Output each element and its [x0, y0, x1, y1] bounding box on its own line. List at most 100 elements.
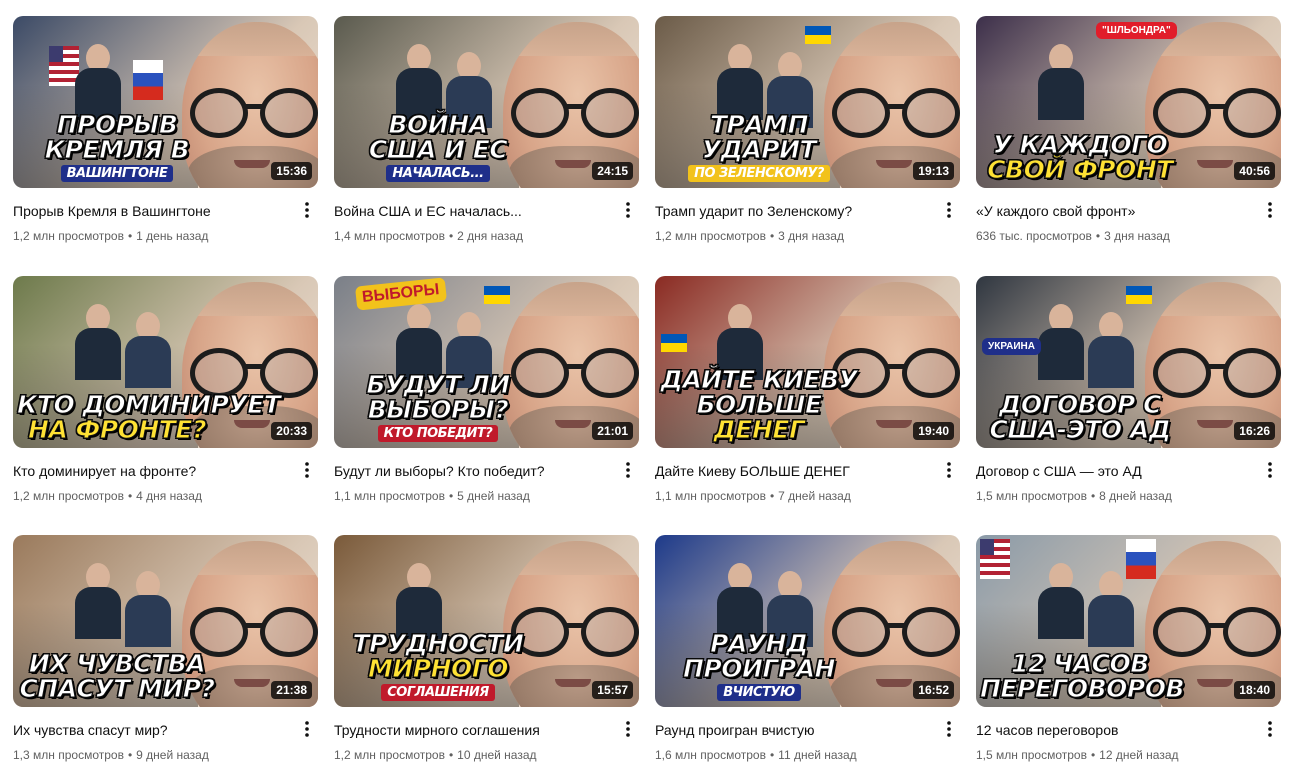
view-count: 1,1 млн просмотров	[655, 489, 766, 503]
person-figure	[125, 312, 171, 388]
separator: •	[769, 489, 775, 503]
more-vert-icon[interactable]	[616, 458, 640, 482]
separator: •	[1095, 229, 1101, 243]
duration-badge: 21:01	[592, 422, 633, 440]
duration-badge: 18:40	[1234, 681, 1275, 699]
thumbnail-subheadline: КТО ПОБЕДИТ?	[377, 425, 499, 442]
more-vert-icon[interactable]	[295, 717, 319, 741]
video-title[interactable]: Трамп ударит по Зеленскому?	[655, 202, 925, 220]
video-thumbnail[interactable]: ПРОРЫВ КРЕМЛЯ В ВАШИНГТОНЕ 15:36	[13, 16, 318, 188]
video-thumbnail[interactable]: ТРАМП УДАРИТ ПО ЗЕЛЕНСКОМУ? 19:13	[655, 16, 960, 188]
more-vert-icon[interactable]	[937, 458, 961, 482]
video-card[interactable]: "ШЛЬОНДРА" У КАЖДОГО СВОЙ ФРОНТ 40:56 «У каж…	[976, 16, 1282, 244]
person-figure	[125, 571, 171, 647]
thumbnail-headline-line: СПАСУТ МИР?	[19, 674, 216, 703]
video-card[interactable]: ИХ ЧУВСТВА СПАСУТ МИР? 21:38 Их чувства спа…	[13, 535, 319, 763]
video-meta: 12 часов переговоров 1,5 млн просмотров • 1…	[976, 721, 1282, 763]
duration-badge: 21:38	[271, 681, 312, 699]
thumbnail-subheadline: ПО ЗЕЛЕНСКОМУ?	[688, 165, 830, 182]
person-figure	[1088, 312, 1134, 388]
more-vert-icon[interactable]	[616, 198, 640, 222]
more-vert-icon[interactable]	[937, 198, 961, 222]
video-stats: 1,1 млн просмотров • 7 дней назад	[655, 488, 925, 504]
person-figure	[396, 563, 442, 639]
video-card[interactable]: УКРАИНА ДОГОВОР С США-ЭТО АД 16:26 Договор с…	[976, 276, 1282, 504]
upload-age: 2 дня назад	[457, 229, 523, 243]
video-title[interactable]: Договор с США — это АД	[976, 462, 1246, 480]
upload-age: 1 день назад	[136, 229, 209, 243]
video-card[interactable]: ТРУДНОСТИ МИРНОГО СОГЛАШЕНИЯ 15:57 Трудности…	[334, 535, 640, 763]
thumbnail-headline-line: ПЕРЕГОВОРОВ	[980, 674, 1186, 703]
person-figure	[1038, 44, 1084, 120]
video-thumbnail[interactable]: ТРУДНОСТИ МИРНОГО СОГЛАШЕНИЯ 15:57	[334, 535, 639, 707]
duration-badge: 19:13	[913, 162, 954, 180]
separator: •	[127, 489, 133, 503]
upload-age: 4 дня назад	[136, 489, 202, 503]
more-vert-icon[interactable]	[1258, 198, 1282, 222]
video-title[interactable]: Будут ли выборы? Кто победит?	[334, 462, 604, 480]
video-thumbnail[interactable]: ВЫБОРЫ БУДУТ ЛИ ВЫБОРЫ? КТО ПОБЕДИТ? 21:01	[334, 276, 639, 448]
person-figure	[75, 563, 121, 639]
ukraine-flag-icon	[661, 334, 687, 352]
thumbnail-label: УКРАИНА	[982, 338, 1041, 355]
person-figure	[396, 44, 442, 120]
more-vert-icon[interactable]	[1258, 458, 1282, 482]
thumbnail-headline-line: БОЛЬШЕ	[696, 390, 823, 419]
more-vert-icon[interactable]	[295, 458, 319, 482]
usa-flag-icon	[980, 539, 1010, 579]
thumbnail-headline: ВОЙНА США И ЕС НАЧАЛАСЬ...	[338, 112, 538, 182]
video-title[interactable]: «У каждого свой фронт»	[976, 202, 1246, 220]
video-stats: 1,4 млн просмотров • 2 дня назад	[334, 228, 604, 244]
video-card[interactable]: 12 ЧАСОВ ПЕРЕГОВОРОВ 18:40 12 часов перегов…	[976, 535, 1282, 763]
video-thumbnail[interactable]: ВОЙНА США И ЕС НАЧАЛАСЬ... 24:15	[334, 16, 639, 188]
thumbnail-subheadline: ВЧИСТУЮ	[717, 684, 801, 701]
video-thumbnail[interactable]: "ШЛЬОНДРА" У КАЖДОГО СВОЙ ФРОНТ 40:56	[976, 16, 1281, 188]
video-card[interactable]: ВОЙНА США И ЕС НАЧАЛАСЬ... 24:15 Война США и…	[334, 16, 640, 244]
duration-badge: 15:36	[271, 162, 312, 180]
video-card[interactable]: ВЫБОРЫ БУДУТ ЛИ ВЫБОРЫ? КТО ПОБЕДИТ? 21:01 Бу…	[334, 276, 640, 504]
video-thumbnail[interactable]: ДАЙТЕ КИЕВУ БОЛЬШЕ ДЕНЕГ 19:40	[655, 276, 960, 448]
video-title[interactable]: Их чувства спасут мир?	[13, 721, 283, 739]
thumbnail-subheadline: ВАШИНГТОНЕ	[60, 165, 174, 182]
view-count: 1,6 млн просмотров	[655, 748, 766, 762]
video-title[interactable]: Дайте Киеву БОЛЬШЕ ДЕНЕГ	[655, 462, 925, 480]
person-figure	[717, 563, 763, 639]
video-card[interactable]: РАУНД ПРОИГРАН ВЧИСТУЮ 16:52 Раунд проигран …	[655, 535, 961, 763]
video-title[interactable]: Прорыв Кремля в Вашингтоне	[13, 202, 283, 220]
video-thumbnail[interactable]: 12 ЧАСОВ ПЕРЕГОВОРОВ 18:40	[976, 535, 1281, 707]
more-vert-icon[interactable]	[937, 717, 961, 741]
more-vert-icon[interactable]	[295, 198, 319, 222]
video-thumbnail[interactable]: РАУНД ПРОИГРАН ВЧИСТУЮ 16:52	[655, 535, 960, 707]
more-vert-icon[interactable]	[1258, 717, 1282, 741]
video-title[interactable]: Раунд проигран вчистую	[655, 721, 925, 739]
thumbnail-headline-line: РАУНД	[710, 629, 809, 658]
thumbnail-headline: КТО ДОМИНИРУЕТ НА ФРОНТЕ?	[17, 392, 282, 444]
video-title[interactable]: Трудности мирного соглашения	[334, 721, 604, 739]
thumbnail-headline-line: У КАЖДОГО	[992, 130, 1168, 159]
upload-age: 3 дня назад	[778, 229, 844, 243]
separator: •	[769, 229, 775, 243]
video-stats: 1,3 млн просмотров • 9 дней назад	[13, 747, 283, 763]
video-title[interactable]: 12 часов переговоров	[976, 721, 1246, 739]
thumbnail-headline-line: КРЕМЛЯ В	[44, 135, 190, 164]
more-vert-icon[interactable]	[616, 717, 640, 741]
person-figure	[75, 304, 121, 380]
video-stats: 1,6 млн просмотров • 11 дней назад	[655, 747, 925, 763]
video-card[interactable]: ПРОРЫВ КРЕМЛЯ В ВАШИНГТОНЕ 15:36 Прорыв Крем…	[13, 16, 319, 244]
person-figure	[1088, 571, 1134, 647]
thumbnail-headline-line: БУДУТ ЛИ	[366, 370, 511, 399]
video-thumbnail[interactable]: УКРАИНА ДОГОВОР С США-ЭТО АД 16:26	[976, 276, 1281, 448]
separator: •	[448, 489, 454, 503]
thumbnail-headline-line: США-ЭТО АД	[989, 415, 1171, 444]
video-thumbnail[interactable]: КТО ДОМИНИРУЕТ НА ФРОНТЕ? 20:33	[13, 276, 318, 448]
video-card[interactable]: ТРАМП УДАРИТ ПО ЗЕЛЕНСКОМУ? 19:13 Трамп удар…	[655, 16, 961, 244]
video-title[interactable]: Кто доминирует на фронте?	[13, 462, 283, 480]
video-card[interactable]: ДАЙТЕ КИЕВУ БОЛЬШЕ ДЕНЕГ 19:40 Дайте Киеву Б…	[655, 276, 961, 504]
view-count: 1,4 млн просмотров	[334, 229, 445, 243]
video-card[interactable]: КТО ДОМИНИРУЕТ НА ФРОНТЕ? 20:33 Кто доминир…	[13, 276, 319, 504]
video-title[interactable]: Война США и ЕС началась...	[334, 202, 604, 220]
duration-badge: 16:52	[913, 681, 954, 699]
video-thumbnail[interactable]: ИХ ЧУВСТВА СПАСУТ МИР? 21:38	[13, 535, 318, 707]
person-figure	[1038, 304, 1084, 380]
thumbnail-headline-line: НА ФРОНТЕ?	[28, 415, 207, 444]
